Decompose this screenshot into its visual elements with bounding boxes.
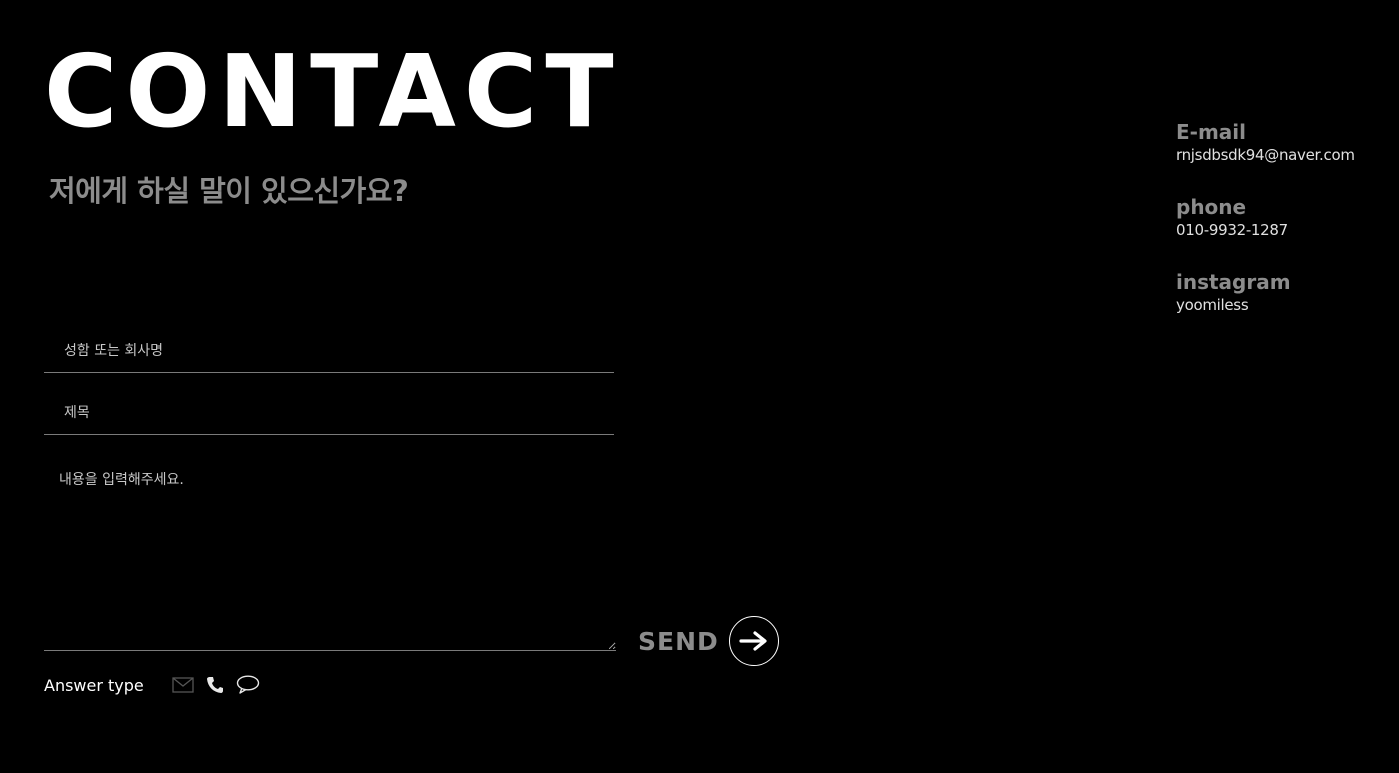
- instagram-value: yoomiless: [1176, 296, 1249, 314]
- phone-value: 010-9932-1287: [1176, 221, 1288, 239]
- email-info: E-mail rnjsdbsdk94@naver.com: [1176, 120, 1355, 164]
- contact-page: CONTACT 저에게 하실 말이 있으신가요? SEND Answer typ…: [0, 0, 1399, 773]
- arrow-right-icon: [728, 616, 779, 666]
- email-value: rnjsdbsdk94@naver.com: [1176, 146, 1355, 164]
- name-input[interactable]: [44, 329, 614, 372]
- answer-type-label: Answer type: [44, 675, 144, 695]
- instagram-label: instagram: [1176, 270, 1291, 294]
- message-field-wrapper: [44, 455, 616, 651]
- answer-type-options: [172, 675, 260, 695]
- answer-type-row: Answer type: [44, 672, 260, 698]
- subject-input[interactable]: [44, 391, 614, 434]
- phone-info: phone 010-9932-1287: [1176, 195, 1288, 239]
- subject-field-wrapper: [44, 391, 614, 435]
- phone-icon[interactable]: [206, 676, 224, 694]
- email-label: E-mail: [1176, 120, 1247, 144]
- name-field-wrapper: [44, 329, 614, 373]
- chat-icon[interactable]: [236, 675, 260, 695]
- page-title: CONTACT: [44, 33, 622, 150]
- send-button[interactable]: SEND: [638, 615, 779, 667]
- page-subtitle: 저에게 하실 말이 있으신가요?: [49, 174, 409, 208]
- send-label: SEND: [638, 626, 719, 656]
- instagram-info: instagram yoomiless: [1176, 270, 1291, 314]
- phone-label: phone: [1176, 195, 1247, 219]
- message-textarea[interactable]: [44, 455, 616, 650]
- mail-icon[interactable]: [172, 677, 194, 693]
